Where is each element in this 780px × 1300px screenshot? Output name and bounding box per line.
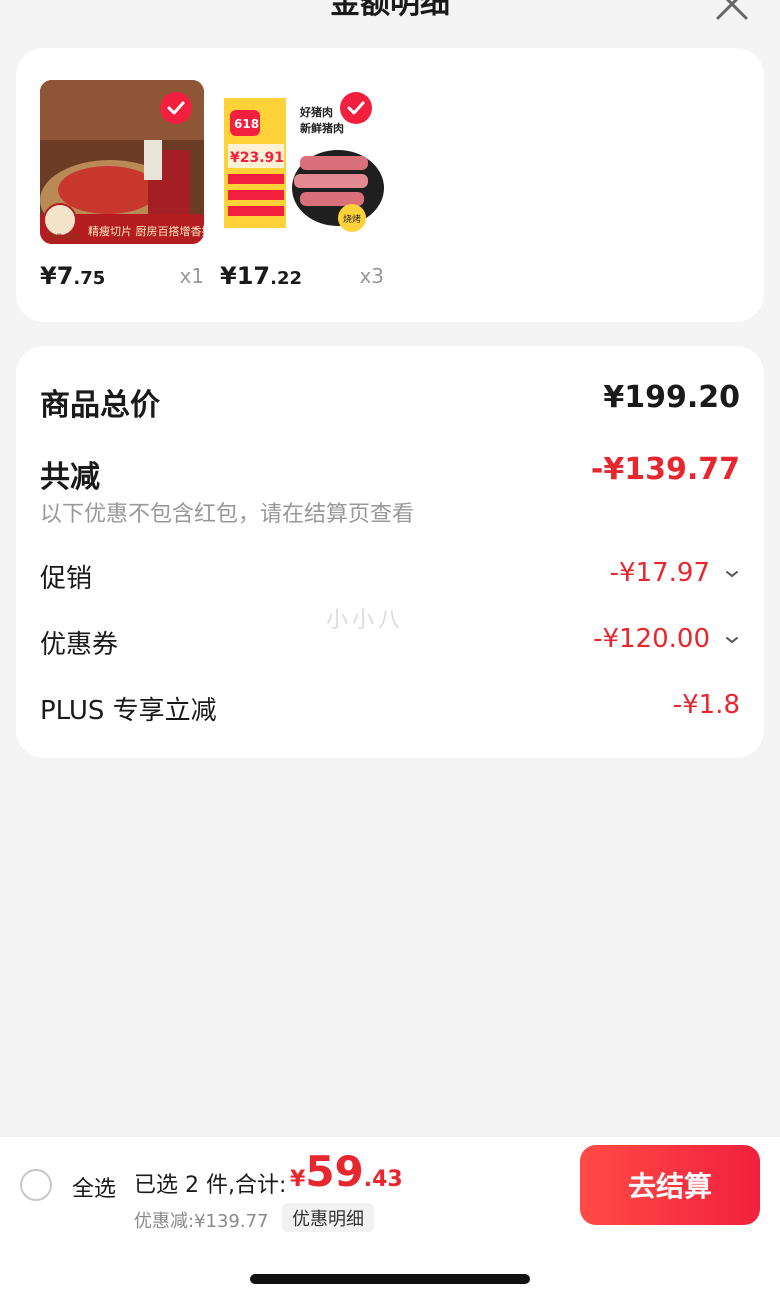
svg-text:金牛华牧: 金牛华牧	[48, 232, 80, 242]
plus-row: PLUS 专享立减 -¥1.8	[40, 684, 740, 732]
price-row: ¥7.75 x1	[40, 258, 204, 298]
reduce-note: 以下优惠不包含红包，请在结算页查看	[40, 502, 415, 527]
svg-text:618: 618	[234, 117, 259, 131]
svg-text:好猪肉: 好猪肉	[299, 105, 333, 119]
bottom-bar: 全选 已选 2 件,合计: ¥59.43 优惠减:¥139.77 优惠明细 去结…	[0, 1136, 780, 1233]
close-button[interactable]	[714, 0, 750, 22]
total-price-label: 商品总价	[40, 388, 160, 423]
chevron-down-icon	[726, 571, 738, 578]
reduce-row: 共减 -¥139.77	[40, 446, 740, 495]
select-all-radio[interactable]	[20, 1169, 52, 1201]
product-price: ¥7.75	[40, 262, 106, 290]
page-title: 金额明细	[330, 0, 450, 21]
svg-text:烧烤: 烧烤	[343, 213, 361, 225]
product-check[interactable]	[340, 92, 372, 124]
plus-value: -¥1.8	[672, 690, 740, 720]
home-indicator[interactable]	[250, 1274, 530, 1284]
svg-text:精瘦切片 厨房百搭增香提鲜: 精瘦切片 厨房百搭增香提鲜	[88, 224, 204, 238]
discount-text: 优惠减:¥139.77	[134, 1211, 269, 1232]
home-area	[0, 1232, 780, 1300]
product-quantity: x1	[179, 264, 204, 288]
product-image[interactable]: 618 ¥23.91 好猪肉 新鲜猪肉 烧烤	[220, 80, 384, 244]
checkmark-icon	[167, 101, 185, 115]
total-price-value: ¥199.20	[603, 380, 740, 415]
reduce-label: 共减	[40, 460, 100, 495]
reduce-value: -¥139.77	[590, 452, 740, 487]
promo-value: -¥17.97	[609, 558, 710, 588]
coupon-label: 优惠券	[40, 630, 119, 660]
chevron-down-icon	[726, 637, 738, 644]
checkmark-icon	[347, 101, 365, 115]
price-row: ¥17.22 x3	[220, 258, 384, 298]
svg-text:¥23.91: ¥23.91	[230, 150, 284, 166]
promo-row[interactable]: 促销 -¥17.97	[40, 552, 740, 600]
promo-label: 促销	[40, 564, 93, 594]
header: 金额明细	[0, 0, 780, 40]
select-all-label[interactable]: 全选	[72, 1171, 116, 1203]
discount-detail-link[interactable]: 优惠明细	[282, 1203, 374, 1233]
watermark: 小小八	[326, 608, 405, 633]
selected-count-text: 已选 2 件,合计:	[134, 1173, 287, 1198]
product-image[interactable]: 精瘦切片 厨房百搭增香提鲜 金牛华牧	[40, 80, 204, 244]
product-price: ¥17.22	[220, 262, 302, 290]
close-icon	[716, 0, 748, 20]
product-quantity: x3	[359, 264, 384, 288]
summary-card: 商品总价 ¥199.20 共减 -¥139.77 以下优惠不包含红包，请在结算页…	[16, 346, 764, 758]
product-check[interactable]	[160, 92, 192, 124]
total-price-row: 商品总价 ¥199.20	[40, 374, 740, 423]
coupon-value: -¥120.00	[593, 624, 710, 654]
product-card: 精瘦切片 厨房百搭增香提鲜 金牛华牧 ¥7.75 x1 618 ¥23	[16, 48, 764, 322]
plus-label: PLUS 专享立减	[40, 696, 217, 726]
svg-text:新鲜猪肉: 新鲜猪肉	[300, 121, 344, 135]
total-amount: ¥59.43	[290, 1147, 403, 1196]
checkout-button[interactable]: 去结算	[580, 1145, 760, 1225]
